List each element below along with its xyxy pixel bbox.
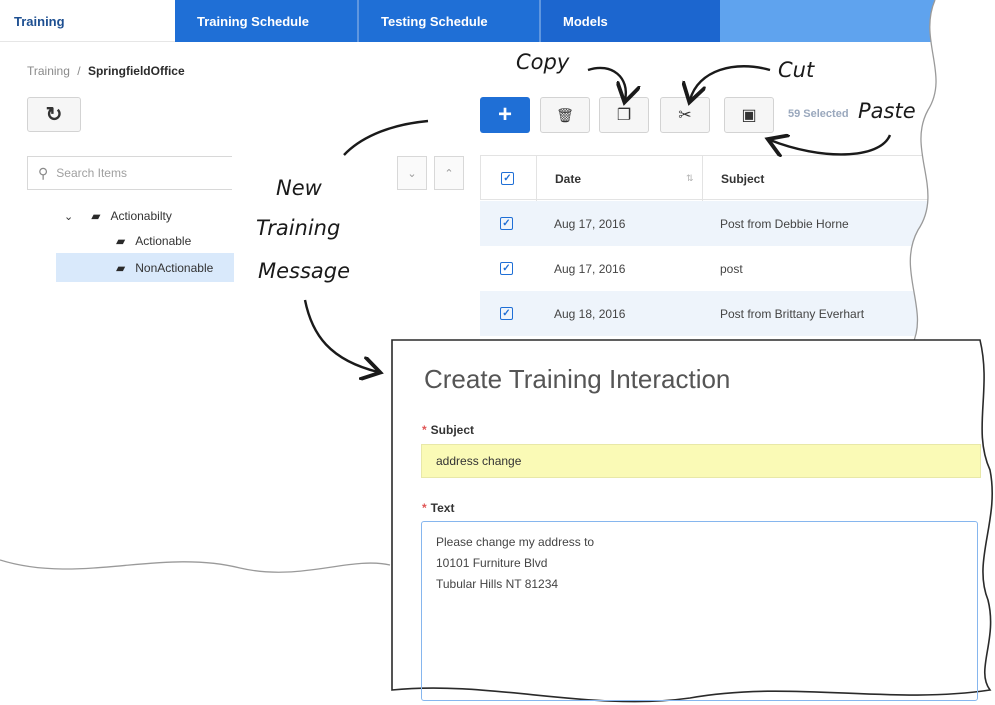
new-message-annotation-line2: Training [256,216,341,240]
annotation-arrows [303,65,892,705]
copy-annotation: Copy [516,50,570,74]
new-message-annotation-line1: New [276,176,322,200]
paste-arrow [770,135,892,154]
cut-annotation: Cut [778,58,815,82]
new-message-arrow-top [343,119,429,156]
cut-arrow [690,65,771,100]
copy-arrow [587,66,626,100]
screen: Training Training Schedule Testing Sched… [0,0,995,705]
new-message-arrow-bottom [303,299,378,372]
new-message-annotation-line3: Message [258,259,351,283]
paste-annotation: Paste [858,99,916,123]
